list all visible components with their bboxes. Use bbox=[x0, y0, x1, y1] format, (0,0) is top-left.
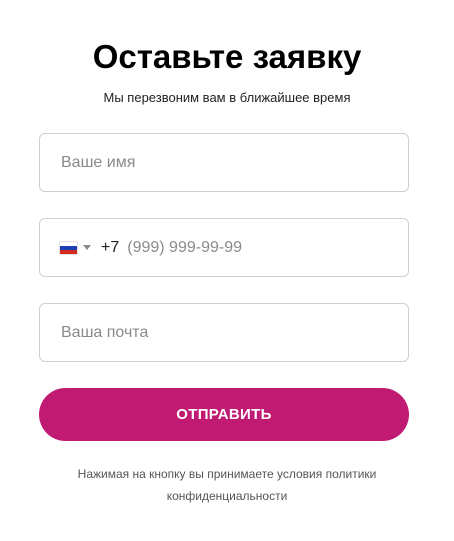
form-subtitle: Мы перезвоним вам в ближайшее время bbox=[103, 90, 351, 105]
form-title: Оставьте заявку bbox=[92, 38, 362, 75]
policy-link[interactable]: конфиденциальности bbox=[40, 485, 414, 507]
country-select[interactable] bbox=[60, 219, 91, 276]
phone-field-container: +7 bbox=[39, 218, 409, 277]
phone-input[interactable] bbox=[119, 219, 408, 276]
request-form: Оставьте заявку Мы перезвоним вам в ближ… bbox=[0, 0, 454, 541]
policy-text-line1: Нажимая на кнопку вы принимаете условия … bbox=[77, 467, 377, 481]
email-field-container bbox=[39, 303, 409, 362]
russia-flag-icon bbox=[60, 241, 77, 254]
email-input[interactable] bbox=[40, 304, 408, 361]
name-field-container bbox=[39, 133, 409, 192]
name-input[interactable] bbox=[40, 134, 408, 191]
policy-note: Нажимая на кнопку вы принимаете условия … bbox=[40, 463, 414, 507]
dial-code: +7 bbox=[101, 238, 120, 256]
chevron-down-icon bbox=[83, 245, 91, 250]
submit-button[interactable]: ОТПРАВИТЬ bbox=[39, 388, 409, 441]
